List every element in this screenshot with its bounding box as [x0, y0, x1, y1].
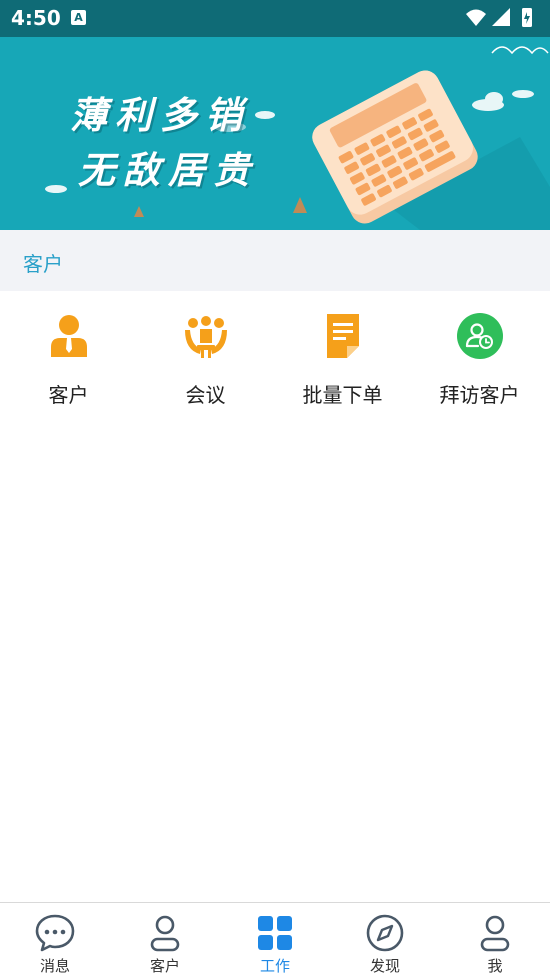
tab-discover[interactable]: 发现 [330, 903, 440, 979]
function-grid: 客户 会议 批量下单 拜访客户 [0, 291, 550, 421]
section-title: 客户 [23, 252, 63, 276]
profile-icon [480, 915, 510, 952]
status-time: 4:50 [11, 6, 61, 30]
grid-item-label: 拜访客户 [439, 383, 520, 407]
tab-messages[interactable]: 消息 [0, 903, 110, 979]
bottom-tab-bar: 消息 客户 工作 发现 我 [0, 902, 550, 979]
tab-work[interactable]: 工作 [220, 903, 330, 979]
notification-icon: A [71, 10, 86, 25]
message-icon [35, 914, 75, 952]
banner-slogan-line2: 无敌居贵 [78, 148, 258, 192]
person-icon [150, 915, 180, 952]
grid-item-label: 客户 [48, 383, 89, 407]
grid-item-label: 会议 [185, 383, 226, 407]
tab-label: 发现 [369, 957, 400, 975]
tab-label: 工作 [259, 957, 290, 975]
promo-banner[interactable]: 薄利多销 无敌居贵 [0, 37, 550, 230]
compass-icon [366, 914, 404, 952]
wifi-icon [466, 9, 486, 26]
status-bar: 4:50 A [0, 0, 550, 37]
grid-item-meeting[interactable]: 会议 [137, 291, 274, 421]
customer-icon [50, 315, 87, 357]
visit-customer-icon [456, 313, 503, 359]
tab-label: 我 [487, 957, 503, 975]
grid-item-label: 批量下单 [302, 383, 383, 407]
meeting-icon [184, 316, 227, 358]
grid-item-customer[interactable]: 客户 [0, 291, 137, 421]
batch-order-icon [326, 314, 359, 358]
grid-item-visit-customer[interactable]: 拜访客户 [411, 291, 548, 421]
banner-slogan-line1: 薄利多销 [70, 93, 250, 137]
status-icons [466, 8, 532, 27]
tab-customers[interactable]: 客户 [110, 903, 220, 979]
section-header: 客户 [0, 230, 550, 291]
tab-me[interactable]: 我 [440, 903, 550, 979]
tab-label: 消息 [39, 957, 70, 975]
tab-label: 客户 [149, 957, 180, 975]
grid-apps-icon [258, 916, 292, 950]
signal-icon [492, 8, 510, 26]
grid-item-batch-order[interactable]: 批量下单 [274, 291, 411, 421]
